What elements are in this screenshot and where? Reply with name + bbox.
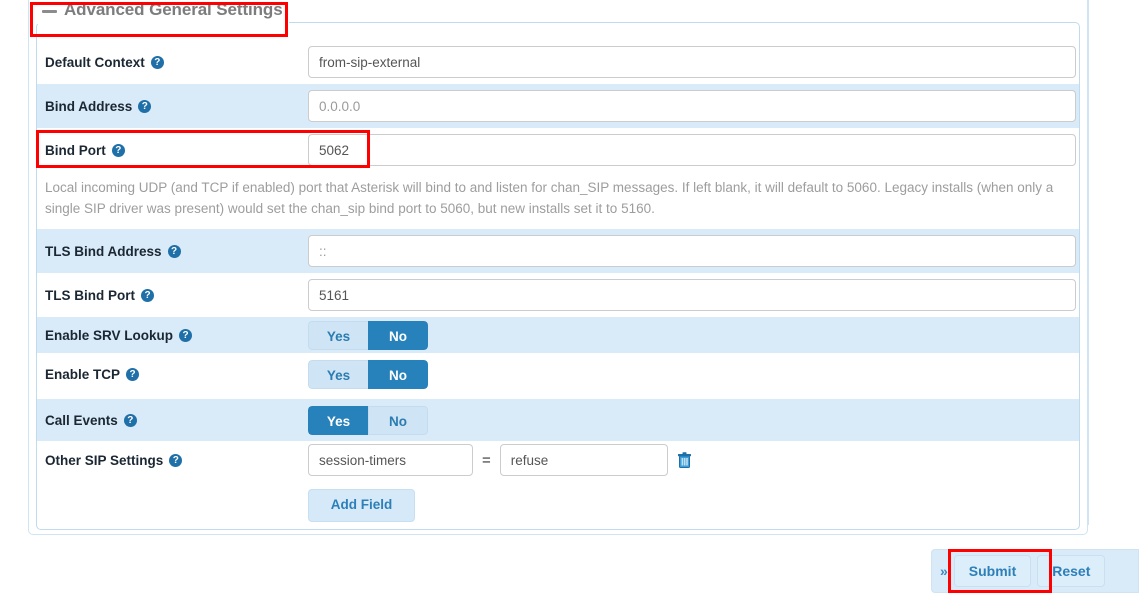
field-row-enable-tcp: Enable TCP ? Yes No — [37, 353, 1079, 395]
label-text: TLS Bind Port — [45, 287, 135, 303]
help-circle-icon[interactable]: ? — [179, 328, 193, 342]
bind-port-input[interactable] — [308, 134, 1076, 166]
label-enable-srv-lookup: Enable SRV Lookup ? — [37, 328, 308, 343]
section-header-advanced-general-settings[interactable]: Advanced General Settings — [36, 0, 289, 24]
label-default-context: Default Context ? — [37, 55, 308, 70]
label-text: TLS Bind Address — [45, 243, 162, 259]
help-circle-icon[interactable]: ? — [169, 453, 183, 467]
settings-page: Advanced General Settings Default Contex… — [0, 0, 1139, 600]
field-wrapper-bind-address — [308, 90, 1079, 122]
field-row-tls-bind-port: TLS Bind Port ? — [37, 273, 1079, 317]
field-wrapper-other-sip-settings: = — [308, 444, 1079, 476]
minus-icon[interactable] — [42, 9, 57, 13]
form-action-toolbar: » Submit Reset — [931, 549, 1139, 593]
bind-address-input[interactable] — [308, 90, 1076, 122]
other-sip-setting-value-input[interactable] — [499, 444, 668, 476]
chevron-right-icon[interactable]: » — [940, 563, 948, 579]
help-circle-icon[interactable]: ? — [126, 367, 140, 381]
label-tls-bind-address: TLS Bind Address ? — [37, 244, 308, 259]
help-circle-icon[interactable]: ? — [150, 55, 164, 69]
field-row-enable-srv-lookup: Enable SRV Lookup ? Yes No — [37, 317, 1079, 353]
field-wrapper-tls-bind-port — [308, 279, 1079, 311]
submit-button[interactable]: Submit — [953, 555, 1032, 587]
field-row-bind-port: Bind Port ? — [37, 128, 1079, 172]
tls-bind-port-input[interactable] — [308, 279, 1076, 311]
field-wrapper-enable-tcp: Yes No — [308, 359, 1079, 389]
label-bind-address: Bind Address ? — [37, 99, 308, 114]
field-wrapper-call-events: Yes No — [308, 405, 1079, 435]
enable-srv-lookup-toggle[interactable]: Yes No — [308, 320, 428, 350]
call-events-yes[interactable]: Yes — [308, 405, 368, 435]
call-events-toggle[interactable]: Yes No — [308, 405, 428, 435]
label-enable-tcp: Enable TCP ? — [37, 367, 308, 382]
field-wrapper-tls-bind-address — [308, 235, 1079, 267]
field-row-tls-bind-address: TLS Bind Address ? — [37, 229, 1079, 273]
help-circle-icon[interactable]: ? — [123, 413, 137, 427]
field-wrapper-enable-srv-lookup: Yes No — [308, 320, 1079, 350]
field-row-call-events: Call Events ? Yes No — [37, 399, 1079, 441]
tls-bind-address-input[interactable] — [308, 235, 1076, 267]
add-field-button[interactable]: Add Field — [308, 489, 415, 522]
sip-setting-pair: = — [308, 444, 692, 476]
enable-tcp-yes[interactable]: Yes — [308, 359, 368, 389]
trash-icon[interactable] — [677, 451, 692, 469]
field-wrapper-bind-port — [308, 134, 1079, 166]
label-text: Bind Address — [45, 98, 133, 114]
enable-srv-lookup-yes[interactable]: Yes — [308, 320, 368, 350]
field-wrapper-default-context — [308, 46, 1079, 78]
label-call-events: Call Events ? — [37, 413, 308, 428]
label-text: Bind Port — [45, 142, 106, 158]
other-sip-setting-key-input[interactable] — [308, 444, 473, 476]
equals-sign: = — [482, 451, 491, 469]
label-bind-port: Bind Port ? — [37, 143, 308, 158]
field-row-default-context: Default Context ? — [37, 40, 1079, 84]
bind-port-description: Local incoming UDP (and TCP if enabled) … — [45, 180, 1054, 216]
section-title: Advanced General Settings — [64, 0, 283, 19]
help-circle-icon[interactable]: ? — [138, 99, 152, 113]
outer-container-right-border — [1088, 0, 1089, 525]
enable-tcp-toggle[interactable]: Yes No — [308, 359, 428, 389]
label-text: Enable TCP — [45, 366, 121, 382]
label-other-sip-settings: Other SIP Settings ? — [37, 453, 308, 468]
field-row-bind-address: Bind Address ? — [37, 84, 1079, 128]
label-text: Default Context — [45, 54, 145, 70]
field-row-other-sip-settings: Other SIP Settings ? = — [37, 441, 1079, 479]
label-text: Enable SRV Lookup — [45, 327, 174, 343]
label-text: Call Events — [45, 412, 118, 428]
call-events-no[interactable]: No — [368, 405, 428, 435]
help-circle-icon[interactable]: ? — [167, 244, 181, 258]
default-context-input[interactable] — [308, 46, 1076, 78]
help-circle-icon[interactable]: ? — [141, 288, 154, 302]
label-tls-bind-port: TLS Bind Port ? — [37, 288, 308, 303]
reset-button[interactable]: Reset — [1037, 555, 1106, 587]
enable-tcp-no[interactable]: No — [368, 359, 428, 389]
enable-srv-lookup-no[interactable]: No — [368, 320, 428, 350]
label-text: Other SIP Settings — [45, 452, 164, 468]
help-circle-icon[interactable]: ? — [111, 143, 125, 157]
